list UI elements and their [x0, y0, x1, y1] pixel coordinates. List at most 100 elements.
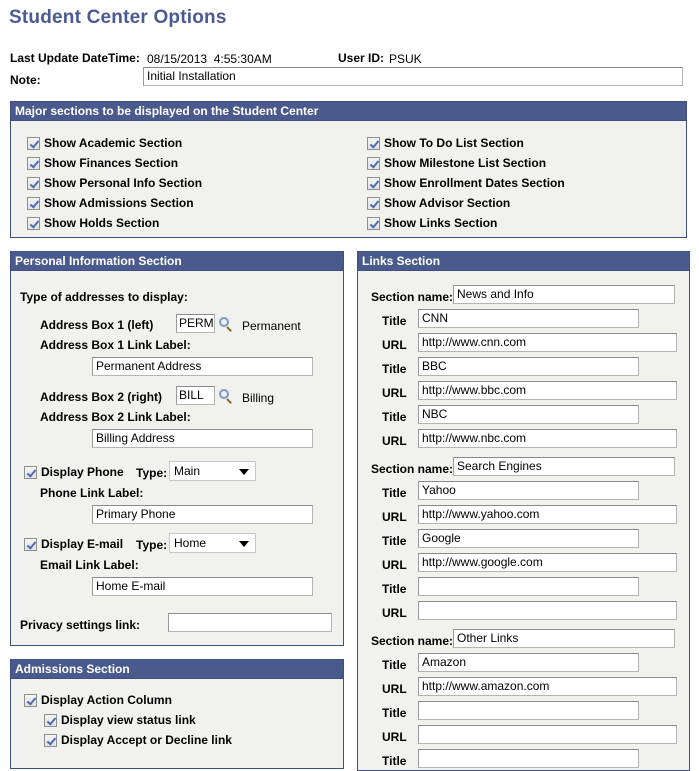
title-label: Title	[382, 410, 407, 424]
checkbox-checked-icon[interactable]	[24, 693, 37, 707]
addr1-link-input[interactable]: Permanent Address	[92, 357, 313, 376]
addr2-label: Address Box 2 (right)	[40, 390, 163, 404]
link-title-input[interactable]	[418, 701, 639, 720]
link-title-input[interactable]	[418, 577, 639, 596]
section-name-input-2[interactable]: Search Engines	[453, 457, 675, 476]
email-type-label: Type:	[136, 538, 168, 552]
show-finances-checkbox[interactable]: Show Finances Section	[27, 155, 178, 171]
show-milestone-checkbox[interactable]: Show Milestone List Section	[367, 155, 546, 171]
personal-info-header: Personal Information Section	[11, 252, 343, 271]
url-label: URL	[382, 730, 407, 744]
checkbox-checked-icon[interactable]	[367, 216, 380, 230]
lookup-icon[interactable]	[219, 317, 233, 332]
checkbox-checked-icon[interactable]	[27, 156, 40, 170]
links-header: Links Section	[358, 252, 689, 271]
url-label: URL	[382, 338, 407, 352]
addr1-code-input[interactable]: PERM	[176, 314, 215, 333]
show-academic-checkbox[interactable]: Show Academic Section	[27, 135, 182, 151]
title-label: Title	[382, 658, 407, 672]
last-update-label: Last Update DateTime:	[10, 51, 140, 65]
user-id-label: User ID:	[338, 51, 385, 65]
link-title-input[interactable]: Yahoo	[418, 481, 639, 500]
link-title-input[interactable]: NBC	[418, 405, 639, 424]
privacy-link-input[interactable]	[168, 613, 332, 632]
checkbox-checked-icon[interactable]	[27, 216, 40, 230]
show-enrollment-dates-checkbox[interactable]: Show Enrollment Dates Section	[367, 175, 565, 191]
major-sections-panel: Major sections to be displayed on the St…	[10, 101, 687, 238]
checkbox-checked-icon[interactable]	[24, 465, 37, 479]
addr2-link-input[interactable]: Billing Address	[92, 429, 313, 448]
note-label: Note:	[10, 73, 41, 87]
phone-link-input[interactable]: Primary Phone	[92, 505, 313, 524]
checkbox-checked-icon[interactable]	[367, 176, 380, 190]
addr2-code-input[interactable]: BILL	[176, 386, 215, 405]
note-input[interactable]: Initial Installation	[143, 67, 683, 86]
addr2-link-label: Address Box 2 Link Label:	[40, 410, 191, 424]
display-phone-checkbox[interactable]: Display Phone	[24, 464, 124, 480]
display-action-column-checkbox[interactable]: Display Action Column	[24, 692, 172, 708]
link-url-input[interactable]	[418, 601, 677, 620]
links-panel: Links Section Section name: News and Inf…	[357, 251, 690, 771]
link-url-input[interactable]: http://www.yahoo.com	[418, 505, 677, 524]
link-url-input[interactable]: http://www.cnn.com	[418, 333, 677, 352]
lookup-icon[interactable]	[219, 389, 233, 404]
url-label: URL	[382, 434, 407, 448]
link-url-input[interactable]: http://www.google.com	[418, 553, 677, 572]
title-label: Title	[382, 486, 407, 500]
link-title-input[interactable]: BBC	[418, 357, 639, 376]
email-link-input[interactable]: Home E-mail	[92, 577, 313, 596]
checkbox-checked-icon[interactable]	[44, 713, 57, 727]
show-admissions-checkbox[interactable]: Show Admissions Section	[27, 195, 194, 211]
checkbox-checked-icon[interactable]	[24, 537, 37, 551]
checkbox-checked-icon[interactable]	[27, 176, 40, 190]
addr2-description: Billing	[242, 391, 275, 405]
address-types-label: Type of addresses to display:	[20, 290, 188, 304]
section-name-input-3[interactable]: Other Links	[453, 629, 675, 648]
checkbox-checked-icon[interactable]	[367, 136, 380, 150]
addr1-link-label: Address Box 1 Link Label:	[40, 338, 191, 352]
link-title-input[interactable]: Google	[418, 529, 639, 548]
show-todo-checkbox[interactable]: Show To Do List Section	[367, 135, 524, 151]
section-name-label: Section name:	[371, 462, 454, 476]
show-personal-info-checkbox[interactable]: Show Personal Info Section	[27, 175, 202, 191]
email-type-select[interactable]: Home	[169, 533, 256, 553]
section-name-input-1[interactable]: News and Info	[453, 285, 675, 304]
link-url-input[interactable]: http://www.nbc.com	[418, 429, 677, 448]
url-label: URL	[382, 558, 407, 572]
link-url-input[interactable]: http://www.bbc.com	[418, 381, 677, 400]
title-label: Title	[382, 706, 407, 720]
show-advisor-checkbox[interactable]: Show Advisor Section	[367, 195, 510, 211]
link-title-input[interactable]: CNN	[418, 309, 639, 328]
checkbox-checked-icon[interactable]	[367, 156, 380, 170]
show-links-checkbox[interactable]: Show Links Section	[367, 215, 497, 231]
link-url-input[interactable]	[418, 725, 677, 744]
checkbox-checked-icon[interactable]	[27, 196, 40, 210]
user-id-value: PSUK	[389, 52, 422, 66]
link-url-input[interactable]: http://www.amazon.com	[418, 677, 677, 696]
email-link-label: Email Link Label:	[40, 558, 139, 572]
addr1-description: Permanent	[242, 319, 301, 333]
display-view-status-checkbox[interactable]: Display view status link	[44, 712, 196, 728]
section-name-label: Section name:	[371, 290, 454, 304]
display-email-checkbox[interactable]: Display E-mail	[24, 536, 123, 552]
major-sections-header: Major sections to be displayed on the St…	[11, 102, 686, 121]
title-label: Title	[382, 534, 407, 548]
show-holds-checkbox[interactable]: Show Holds Section	[27, 215, 159, 231]
title-label: Title	[382, 314, 407, 328]
url-label: URL	[382, 386, 407, 400]
link-title-input[interactable]	[418, 749, 639, 768]
page-title: Student Center Options	[9, 7, 227, 28]
title-label: Title	[382, 582, 407, 596]
checkbox-checked-icon[interactable]	[27, 136, 40, 150]
addr1-label: Address Box 1 (left)	[40, 318, 154, 332]
display-accept-decline-checkbox[interactable]: Display Accept or Decline link	[44, 732, 232, 748]
link-title-input[interactable]: Amazon	[418, 653, 639, 672]
privacy-label: Privacy settings link:	[20, 618, 141, 632]
dropdown-arrow-icon	[239, 541, 249, 547]
url-label: URL	[382, 510, 407, 524]
checkbox-checked-icon[interactable]	[367, 196, 380, 210]
phone-link-label: Phone Link Label:	[40, 486, 144, 500]
phone-type-select[interactable]: Main	[169, 461, 256, 481]
last-update-value: 08/15/2013 4:55:30AM	[147, 52, 272, 66]
checkbox-checked-icon[interactable]	[44, 733, 57, 747]
